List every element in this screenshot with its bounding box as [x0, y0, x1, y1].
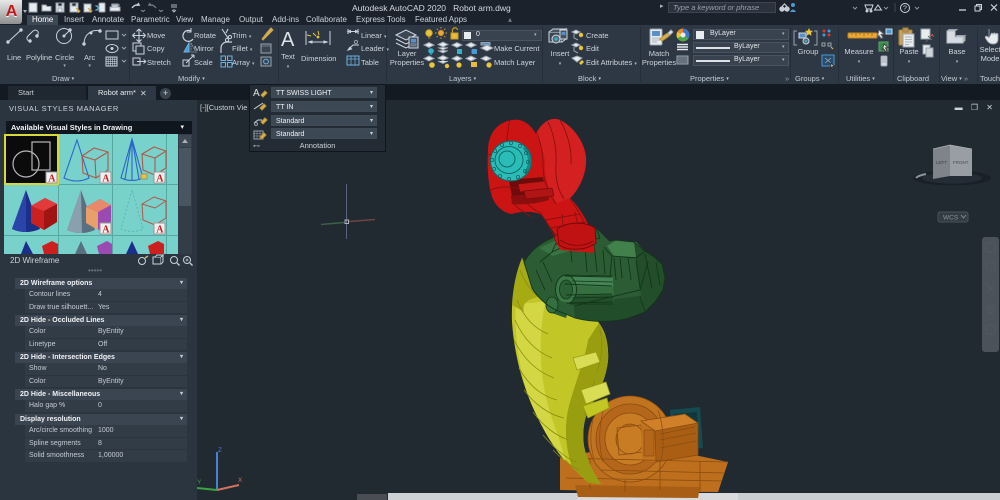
svg-text:FRONT: FRONT — [953, 160, 969, 165]
svg-text:Z: Z — [218, 447, 222, 454]
svg-text:LEFT: LEFT — [936, 160, 947, 165]
svg-text:A: A — [48, 174, 56, 185]
svg-text:Y: Y — [197, 479, 202, 486]
svg-text:A: A — [281, 29, 295, 51]
svg-text:A: A — [253, 88, 260, 99]
svg-text:?: ? — [903, 6, 907, 13]
svg-text:X: X — [238, 477, 243, 484]
svg-text:WCS: WCS — [943, 215, 959, 222]
